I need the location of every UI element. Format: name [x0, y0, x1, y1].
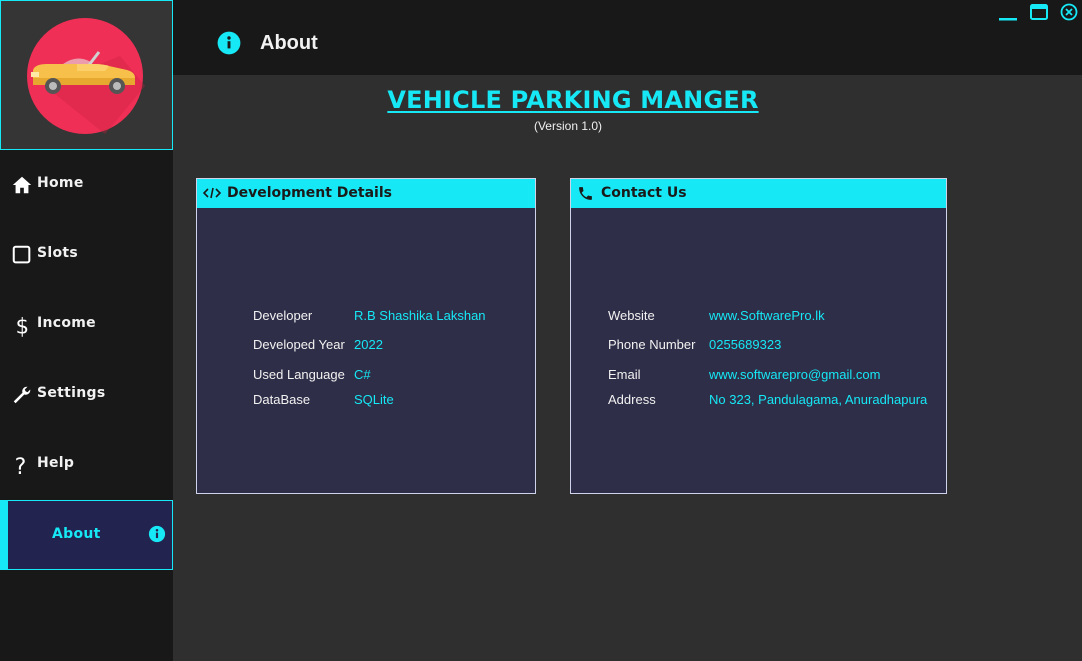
used-language-label: Used Language — [253, 367, 345, 382]
app-version: (Version 1.0) — [533, 119, 603, 133]
panel-header: Development Details — [197, 179, 535, 208]
app-logo — [0, 0, 173, 150]
email-label: Email — [608, 367, 641, 382]
phone-icon — [577, 185, 594, 206]
minimize-icon[interactable] — [997, 3, 1019, 27]
developed-year-value: 2022 — [354, 337, 383, 352]
active-indicator — [1, 501, 8, 569]
svg-text:?: ? — [15, 455, 27, 478]
maximize-icon[interactable] — [1029, 3, 1049, 27]
sidebar-item-slots[interactable]: Slots — [0, 220, 173, 290]
panel-title: Development Details — [227, 185, 392, 201]
developer-label: Developer — [253, 308, 313, 323]
sidebar-item-help[interactable]: ? Help — [0, 430, 173, 500]
used-language-value: C# — [354, 367, 371, 382]
panel-title: Contact Us — [601, 185, 687, 201]
sidebar-item-income[interactable]: $ Income — [0, 290, 173, 360]
panel-header: Contact Us — [571, 179, 946, 208]
sidebar-item-label: Income — [37, 315, 96, 331]
code-icon — [202, 185, 222, 205]
database-value: SQLite — [354, 392, 394, 407]
phone-number-label: Phone Number — [608, 337, 696, 352]
address-label: Address — [608, 392, 656, 407]
app-title: VEHICLE PARKING MANGER — [387, 86, 759, 114]
developed-year-label: Developed Year — [253, 337, 345, 352]
page-title: About — [260, 32, 318, 54]
header-bar: About — [173, 0, 1082, 75]
sidebar: Home Slots $ Income Settings ? Help Abou… — [0, 0, 173, 661]
contact-us-panel: Contact Us Website www.SoftwarePro.lk Ph… — [570, 178, 947, 494]
sidebar-item-label: Home — [37, 175, 84, 191]
website-link[interactable]: www.SoftwarePro.lk — [709, 308, 825, 323]
car-logo-icon — [27, 18, 145, 134]
info-icon — [148, 525, 166, 547]
sidebar-item-label: Settings — [37, 385, 106, 401]
sidebar-item-label: About — [52, 526, 101, 542]
database-label: DataBase — [253, 392, 311, 407]
square-icon — [11, 244, 33, 266]
sidebar-item-label: Help — [37, 455, 75, 471]
sidebar-item-home[interactable]: Home — [0, 150, 173, 220]
development-details-panel: Development Details Developer R.B Shashi… — [196, 178, 536, 494]
svg-text:$: $ — [16, 314, 29, 338]
dollar-icon: $ — [11, 313, 33, 338]
email-link[interactable]: www.softwarepro@gmail.com — [709, 367, 880, 382]
wrench-icon — [11, 384, 33, 406]
sidebar-item-label: Slots — [37, 245, 79, 261]
phone-number-value: 0255689323 — [709, 337, 782, 352]
sidebar-item-settings[interactable]: Settings — [0, 360, 173, 430]
close-icon[interactable] — [1059, 3, 1079, 27]
developer-value: R.B Shashika Lakshan — [354, 308, 486, 323]
website-label: Website — [608, 308, 655, 323]
sidebar-item-about[interactable]: About — [0, 500, 173, 570]
home-icon — [11, 174, 33, 196]
address-value: No 323, Pandulagama, Anuradhapura — [709, 392, 928, 407]
question-icon: ? — [11, 454, 33, 480]
info-icon — [217, 31, 241, 59]
